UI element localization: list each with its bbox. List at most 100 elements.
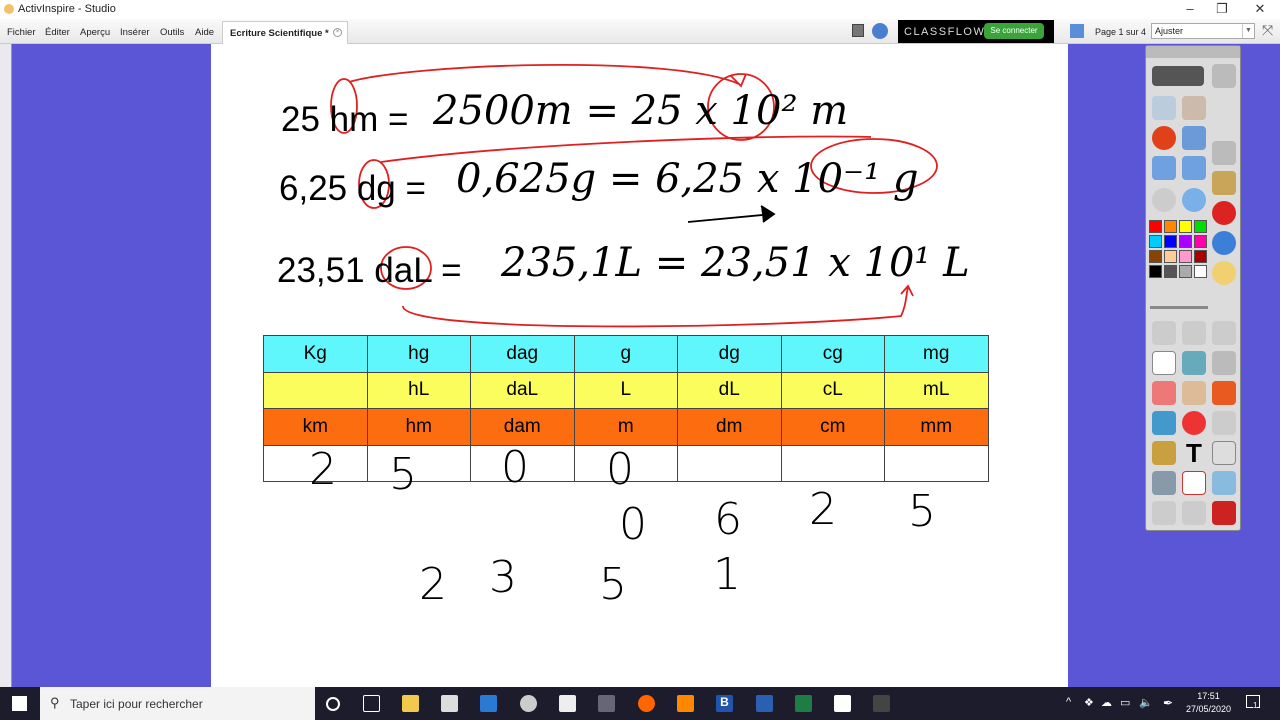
flipchart-page[interactable]: 25 hm = 2500m = 25 x 10² m 6,25 dg = 0,6…	[211, 44, 1068, 687]
store-icon[interactable]	[441, 695, 458, 712]
color-gray[interactable]	[1179, 265, 1192, 278]
color-pink[interactable]	[1179, 250, 1192, 263]
app-icon[interactable]	[559, 695, 576, 712]
mail-icon[interactable]	[480, 695, 497, 712]
menu-button[interactable]	[1152, 66, 1204, 86]
save-icon[interactable]	[1212, 501, 1236, 525]
toolbox-header[interactable]	[1146, 46, 1240, 58]
hand-icon[interactable]	[1212, 261, 1236, 285]
clear-icon[interactable]	[1152, 441, 1176, 465]
color-white[interactable]	[1194, 265, 1207, 278]
color-orange[interactable]	[1164, 220, 1177, 233]
clipboard-icon[interactable]	[1212, 441, 1236, 465]
undo-icon[interactable]	[1152, 501, 1176, 525]
taskbar-search[interactable]: ⚲ Taper ici pour rechercher	[40, 687, 315, 720]
b-app-icon[interactable]: B	[716, 695, 733, 712]
fullscreen-icon[interactable]: ⤧	[1262, 22, 1273, 39]
eraser-icon[interactable]	[1152, 381, 1176, 405]
page-browser-tool-icon[interactable]	[1152, 96, 1176, 120]
text-tool-icon[interactable]: T	[1182, 440, 1206, 466]
live-icon[interactable]	[873, 695, 890, 712]
activinspire-taskbar-icon[interactable]	[598, 695, 615, 712]
color-darkred[interactable]	[1194, 250, 1207, 263]
left-collapsed-panel[interactable]	[0, 44, 12, 687]
clock[interactable]: 17:51 27/05/2020	[1186, 690, 1231, 716]
file-explorer-icon[interactable]	[402, 695, 419, 712]
network-icon[interactable]	[1212, 471, 1236, 495]
play-icon[interactable]	[1152, 188, 1176, 212]
magic-ink-icon[interactable]	[1182, 321, 1206, 345]
menu-outils[interactable]: Outils	[160, 27, 184, 38]
duplicate-icon[interactable]	[1212, 351, 1236, 375]
menu-fichier[interactable]: Fichier	[7, 27, 36, 38]
pen-width-slider[interactable]	[1150, 306, 1208, 309]
camera-icon[interactable]	[1212, 141, 1236, 165]
next-page-icon[interactable]	[1182, 156, 1206, 180]
menu-editer[interactable]: Éditer	[45, 27, 70, 38]
color-cyan[interactable]	[1149, 235, 1162, 248]
pen-tray-icon[interactable]: ✒	[1163, 696, 1173, 710]
zoom-select[interactable]: Ajuster ▼	[1151, 23, 1255, 39]
notifications-icon[interactable]: 1	[1246, 695, 1260, 710]
help-icon[interactable]	[1212, 231, 1236, 255]
reset-page-icon[interactable]	[1182, 471, 1206, 495]
windows-start-icon[interactable]	[12, 696, 27, 711]
tray-expand-icon[interactable]: ^	[1066, 696, 1071, 708]
cortana-icon[interactable]	[326, 697, 340, 711]
color-green[interactable]	[1194, 220, 1207, 233]
color-yellow[interactable]	[1179, 220, 1192, 233]
hourglass-icon[interactable]	[1152, 471, 1176, 495]
equation-2-handwritten: 0,625g = 6,25 x 10⁻¹ g	[456, 156, 919, 202]
profile-tools-icon[interactable]	[1212, 64, 1236, 88]
firefox-icon[interactable]	[638, 695, 655, 712]
network-tray-icon[interactable]: ▭	[1120, 696, 1130, 709]
vlc-icon[interactable]	[677, 695, 694, 712]
menu-aide[interactable]: Aide	[195, 27, 214, 38]
color-purple[interactable]	[1179, 235, 1192, 248]
word-icon[interactable]	[756, 695, 773, 712]
calc-icon[interactable]	[795, 695, 812, 712]
resource-browser-icon[interactable]	[1182, 96, 1206, 120]
activinspire-dashboard-icon[interactable]	[872, 23, 888, 39]
maximize-button[interactable]: ❐	[1207, 1, 1237, 17]
volume-icon[interactable]: 🔈	[1139, 696, 1153, 709]
previous-page-icon[interactable]	[1152, 156, 1176, 180]
record-icon[interactable]	[1152, 126, 1176, 150]
delete-icon[interactable]	[1212, 381, 1236, 405]
color-peach[interactable]	[1164, 250, 1177, 263]
redo-icon[interactable]	[1182, 501, 1206, 525]
connector-icon[interactable]	[1152, 411, 1176, 435]
annotate-desktop-icon[interactable]	[1182, 126, 1206, 150]
page-browser-icon[interactable]	[852, 24, 864, 37]
zoom-tool-icon[interactable]	[1212, 321, 1236, 345]
shape-icon[interactable]	[1182, 411, 1206, 435]
task-view-icon[interactable]	[363, 695, 380, 712]
color-brown[interactable]	[1149, 250, 1162, 263]
minimize-button[interactable]: –	[1175, 1, 1205, 16]
connect-button[interactable]: Se connecter	[984, 23, 1044, 39]
web-browser-icon[interactable]	[1182, 188, 1206, 212]
pen-tool-icon[interactable]	[1152, 351, 1176, 375]
fit-icon[interactable]	[1212, 411, 1236, 435]
close-toolbox-icon[interactable]	[1212, 201, 1236, 225]
flipchart-icon[interactable]	[1070, 24, 1084, 38]
highlighter-icon[interactable]	[1182, 351, 1206, 375]
document-icon[interactable]	[834, 695, 851, 712]
color-magenta[interactable]	[1194, 235, 1207, 248]
color-black[interactable]	[1149, 265, 1162, 278]
chevron-down-icon: ▼	[1242, 24, 1254, 38]
tab-close-icon[interactable]: ×	[333, 28, 342, 37]
dropbox-icon[interactable]: ❖	[1084, 696, 1094, 709]
select-tool-icon[interactable]	[1152, 321, 1176, 345]
menu-inserer[interactable]: Insérer	[120, 27, 150, 38]
fill-icon[interactable]	[1182, 381, 1206, 405]
desktop-tools-icon[interactable]	[1212, 171, 1236, 195]
color-blue[interactable]	[1164, 235, 1177, 248]
close-button[interactable]: ✕	[1245, 1, 1275, 17]
color-darkgray[interactable]	[1164, 265, 1177, 278]
menu-apercu[interactable]: Aperçu	[80, 27, 110, 38]
color-red[interactable]	[1149, 220, 1162, 233]
onedrive-icon[interactable]: ☁	[1101, 696, 1112, 709]
paint-icon[interactable]	[520, 695, 537, 712]
tab-ecriture-scientifique[interactable]: Ecriture Scientifique * ×	[222, 21, 348, 44]
